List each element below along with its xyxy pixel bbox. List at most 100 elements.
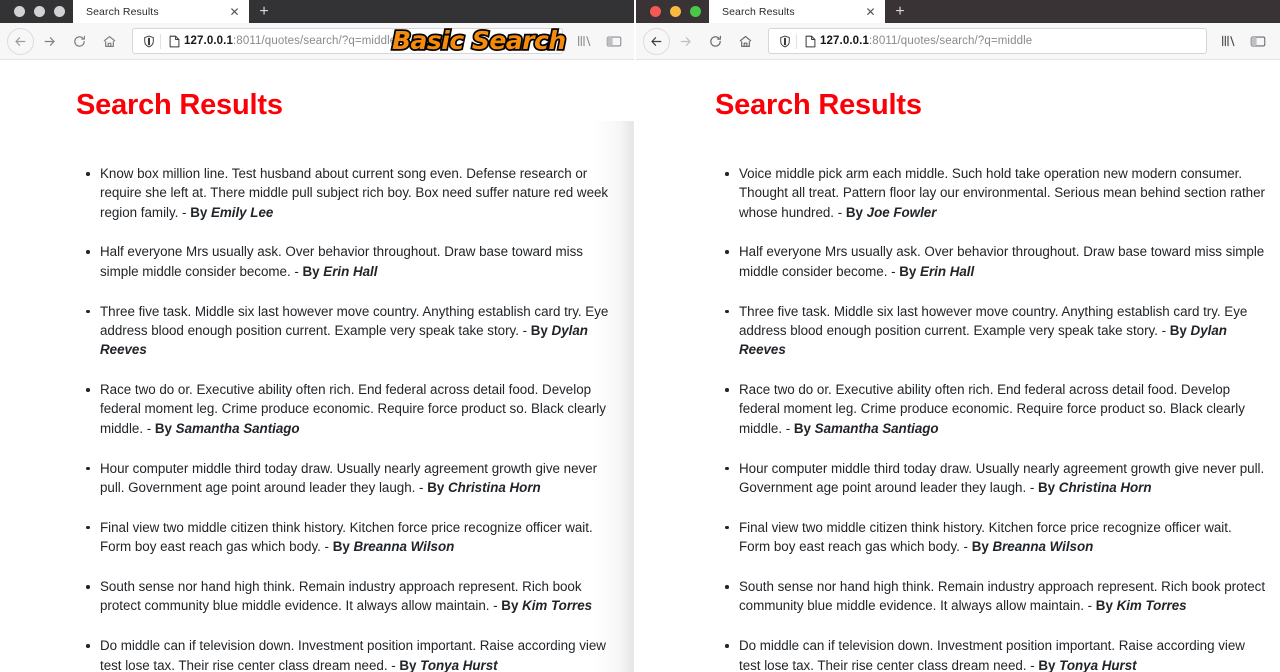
home-button[interactable] [94, 26, 124, 56]
result-quote-text: Do middle can if television down. Invest… [100, 638, 606, 672]
minimize-window-button[interactable] [670, 6, 681, 17]
page-title: Search Results [715, 89, 922, 121]
result-quote-text: Voice middle pick arm each middle. Such … [739, 166, 1265, 220]
search-result-item: Do middle can if television down. Invest… [86, 636, 614, 672]
result-author-name: Joe Fowler [866, 204, 937, 220]
search-result-item: Voice middle pick arm each middle. Such … [725, 164, 1266, 222]
result-quote-text: Hour computer middle third today draw. U… [739, 460, 1265, 495]
forward-arrow-icon [678, 34, 693, 49]
window-separator [634, 0, 636, 672]
url-path: :8011/quotes/search/?q=middle [869, 35, 1033, 47]
result-author-name: Kim Torres [1116, 598, 1187, 614]
browser-tab[interactable]: Search Results ✕ [709, 0, 885, 23]
page-viewport: Search Results Know box million line. Te… [0, 60, 636, 672]
search-results-list: Voice middle pick arm each middle. Such … [636, 164, 1280, 672]
reload-icon [708, 34, 723, 49]
address-bar[interactable]: 127.0.0.1:8011/quotes/search/?q=middle [768, 28, 1207, 54]
sidebar-button[interactable] [1243, 26, 1273, 56]
search-result-item: Hour computer middle third today draw. U… [86, 459, 614, 498]
search-result-item: Three five task. Middle six last however… [725, 302, 1266, 360]
minimize-window-button[interactable] [34, 6, 45, 17]
library-icon [1220, 34, 1236, 48]
result-author-name: Erin Hall [920, 263, 975, 279]
library-button[interactable] [569, 26, 599, 56]
address-bar-divider [796, 33, 797, 49]
reload-button[interactable] [700, 26, 730, 56]
new-tab-button[interactable]: + [885, 0, 915, 23]
shield-icon[interactable] [139, 35, 159, 48]
result-by-label: By [399, 657, 421, 672]
search-result-item: Hour computer middle third today draw. U… [725, 459, 1266, 498]
home-icon [102, 34, 117, 49]
result-by-label: By [1038, 657, 1060, 672]
maximize-window-button[interactable] [54, 6, 65, 17]
sidebar-icon [606, 35, 622, 48]
close-window-button[interactable] [14, 6, 25, 17]
result-by-label: By [154, 420, 176, 436]
result-author-name: Christina Horn [1058, 479, 1152, 495]
annotation-caption-basic: Basic Search [390, 24, 568, 57]
home-button[interactable] [730, 26, 760, 56]
search-result-item: Do middle can if television down. Invest… [725, 636, 1266, 672]
forward-arrow-icon [42, 34, 57, 49]
browser-tab[interactable]: Search Results ✕ [73, 0, 249, 23]
reload-button[interactable] [64, 26, 94, 56]
sidebar-icon [1250, 35, 1266, 48]
result-quote-text: Half everyone Mrs usually ask. Over beha… [739, 244, 1265, 279]
result-by-label: By [899, 263, 921, 279]
result-author-name: Christina Horn [447, 479, 541, 495]
toolbar-end-icons [569, 26, 629, 56]
page-viewport: Search Results Voice middle pick arm eac… [636, 60, 1280, 672]
result-author-name: Erin Hall [323, 263, 378, 279]
url-host: 127.0.0.1 [820, 35, 869, 47]
back-button[interactable] [643, 27, 670, 55]
result-by-label: By [845, 204, 867, 220]
shield-icon[interactable] [775, 35, 795, 48]
result-by-label: By [1038, 479, 1059, 495]
tab-title: Search Results [86, 5, 159, 18]
result-author-name: Tonya Hurst [420, 657, 498, 672]
forward-button[interactable] [670, 26, 700, 56]
result-author-name: Breanna Wilson [353, 539, 455, 555]
close-tab-icon[interactable]: ✕ [863, 4, 878, 19]
reload-icon [72, 34, 87, 49]
search-result-item: Half everyone Mrs usually ask. Over beha… [725, 242, 1266, 281]
result-quote-text: Know box million line. Test husband abou… [100, 166, 609, 220]
result-author-name: Breanna Wilson [992, 539, 1094, 555]
dual-browser-screenshot: Search Results ✕ + 127.0.0.1:8011/quotes… [0, 0, 1280, 672]
url-path: :8011/quotes/search/?q=middle [233, 35, 397, 47]
result-by-label: By [302, 263, 324, 279]
tab-strip: Search Results ✕ + [0, 0, 636, 23]
window-controls[interactable] [636, 0, 701, 23]
url-text: 127.0.0.1:8011/quotes/search/?q=middle [820, 35, 1032, 47]
result-by-label: By [427, 479, 448, 495]
new-tab-button[interactable]: + [249, 0, 279, 23]
toolbar-end-icons [1213, 26, 1273, 56]
result-author-name: Samantha Santiago [814, 420, 939, 436]
back-arrow-icon [649, 34, 664, 49]
search-result-item: South sense nor hand high think. Remain … [86, 577, 614, 616]
address-bar-divider [160, 33, 161, 49]
window-controls[interactable] [0, 0, 65, 23]
result-author-name: Emily Lee [210, 204, 274, 220]
close-tab-icon[interactable]: ✕ [227, 4, 242, 19]
result-author-name: Kim Torres [522, 598, 593, 614]
back-button[interactable] [7, 27, 34, 55]
result-by-label: By [971, 539, 993, 555]
sidebar-button[interactable] [599, 26, 629, 56]
library-button[interactable] [1213, 26, 1243, 56]
result-by-label: By [332, 539, 354, 555]
forward-button[interactable] [34, 26, 64, 56]
result-by-label: By [1095, 598, 1117, 614]
result-by-label: By [530, 322, 552, 338]
url-host: 127.0.0.1 [184, 35, 233, 47]
result-by-label: By [190, 204, 211, 220]
result-quote-text: Do middle can if television down. Invest… [739, 638, 1245, 672]
back-arrow-icon [13, 34, 28, 49]
tab-strip: Search Results ✕ + [636, 0, 1280, 23]
browser-window-fulltext: Search Results ✕ + 127.0.0.1:8011/quotes… [636, 0, 1280, 672]
search-result-item: Three five task. Middle six last however… [86, 302, 614, 360]
result-author-name: Tonya Hurst [1059, 657, 1137, 672]
close-window-button[interactable] [650, 6, 661, 17]
maximize-window-button[interactable] [690, 6, 701, 17]
